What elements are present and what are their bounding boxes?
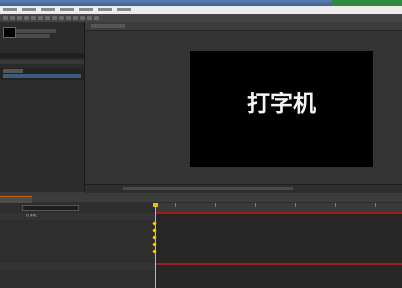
puppet-tool-icon[interactable] <box>94 16 99 20</box>
menu-item-7[interactable] <box>117 8 131 11</box>
project-thumbnail <box>3 27 16 38</box>
menu-item-4[interactable] <box>60 8 74 11</box>
pen-tool-icon[interactable] <box>52 16 57 20</box>
layer-bar[interactable] <box>155 212 402 214</box>
current-time-indicator[interactable] <box>155 203 156 288</box>
hand-tool-icon[interactable] <box>10 16 15 20</box>
project-list-item-selected[interactable] <box>3 74 81 78</box>
layer-name: 打字机 <box>26 214 37 217</box>
project-item-info <box>16 29 56 33</box>
menu-item-6[interactable] <box>98 8 112 11</box>
layer-property-row[interactable] <box>0 221 155 228</box>
menu-bar <box>0 6 402 14</box>
layer-property-row[interactable] <box>0 249 155 256</box>
type-tool-icon[interactable] <box>59 16 64 20</box>
layer-bar-2[interactable] <box>155 263 402 265</box>
clone-tool-icon[interactable] <box>73 16 78 20</box>
menu-item-2[interactable] <box>22 8 36 11</box>
current-time-indicator-handle[interactable] <box>153 203 158 207</box>
roto-brush-tool-icon[interactable] <box>87 16 92 20</box>
brush-tool-icon[interactable] <box>66 16 71 20</box>
timeline-tab-bar <box>0 196 402 202</box>
menu-item-5[interactable] <box>79 8 93 11</box>
viewer-tab[interactable] <box>91 24 125 28</box>
project-list <box>0 68 84 80</box>
project-panel <box>0 22 85 192</box>
project-list-item[interactable] <box>3 69 23 73</box>
viewer-controls[interactable] <box>123 187 293 190</box>
selection-tool-icon[interactable] <box>3 16 8 20</box>
layer-row[interactable]: 打字机 <box>0 213 155 220</box>
composition-title-text: 打字机 <box>247 92 316 115</box>
timeline-tab[interactable] <box>0 196 32 203</box>
zoom-tool-icon[interactable] <box>17 16 22 20</box>
eraser-tool-icon[interactable] <box>80 16 85 20</box>
project-column-header <box>0 60 84 64</box>
layer-property-row[interactable] <box>0 235 155 242</box>
camera-tool-icon[interactable] <box>31 16 36 20</box>
timeline-search-input[interactable] <box>22 205 79 211</box>
menu-item-3[interactable] <box>41 8 55 11</box>
layer-property-row[interactable] <box>0 256 155 263</box>
rotate-tool-icon[interactable] <box>24 16 29 20</box>
timeline-tracks <box>155 212 402 288</box>
viewer-tab-bar <box>85 22 402 31</box>
project-search-field[interactable] <box>0 53 84 58</box>
layer-property-row[interactable] <box>0 242 155 249</box>
viewer-controls-bar <box>85 184 402 193</box>
layer-row-2[interactable] <box>0 263 155 270</box>
project-item-info-2 <box>16 34 50 38</box>
layer-property-row[interactable] <box>0 228 155 235</box>
pan-behind-tool-icon[interactable] <box>38 16 43 20</box>
mask-tool-icon[interactable] <box>45 16 50 20</box>
menu-item-1[interactable] <box>3 8 17 11</box>
